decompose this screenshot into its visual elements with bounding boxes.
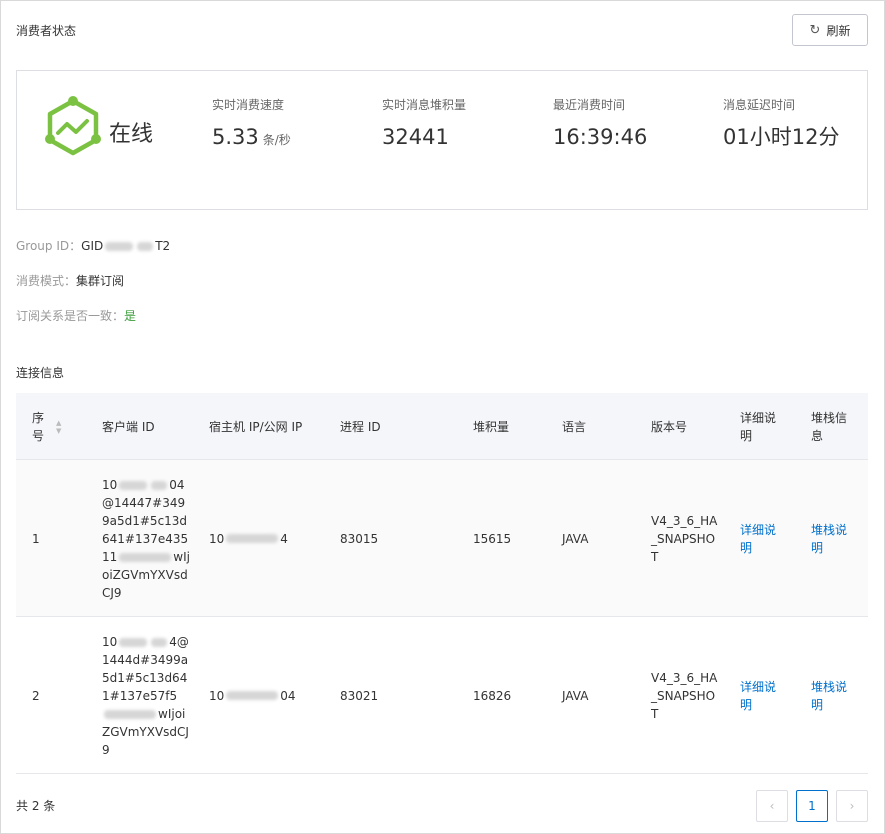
row-pid: 83015 bbox=[340, 531, 379, 546]
group-id-prefix: GID bbox=[81, 239, 104, 253]
status-card: 在线 实时消费速度 5.33 条/秒 实时消息堆积量 32441 最近消费时间 1… bbox=[16, 70, 868, 210]
stack-link[interactable]: 堆栈说明 bbox=[811, 678, 851, 714]
table-header: 序号 ▲ ▼ 客户端 ID 宿主机 IP/公网 IP 进程 ID 堆积量 语言 版… bbox=[16, 393, 868, 460]
row-host-ip: 10 4 bbox=[209, 531, 288, 546]
subscription-consistent-line: 订阅关系是否一致：是 bbox=[16, 307, 136, 324]
column-header-stack: 堆栈信息 bbox=[811, 410, 848, 443]
column-header-host-ip: 宿主机 IP/公网 IP bbox=[209, 419, 303, 434]
chevron-left-icon: ‹ bbox=[769, 799, 775, 813]
metric-label: 实时消息堆积量 bbox=[382, 98, 467, 112]
metric-label: 最近消费时间 bbox=[553, 98, 626, 112]
redacted-text bbox=[104, 709, 156, 719]
column-header-index[interactable]: 序号 ▲ ▼ bbox=[32, 393, 92, 460]
metric-value: 16:39:46 bbox=[553, 125, 648, 149]
consume-mode-line: 消费模式：集群订阅 bbox=[16, 272, 124, 289]
row-language: JAVA bbox=[562, 688, 589, 703]
metric-label: 实时消费速度 bbox=[212, 98, 285, 112]
group-id-line: Group ID：GID T2 bbox=[16, 237, 170, 254]
column-header-accumulation: 堆积量 bbox=[473, 419, 510, 434]
connections-title: 连接信息 bbox=[16, 366, 65, 380]
row-accumulation: 16826 bbox=[473, 688, 512, 703]
consume-mode-value: 集群订阅 bbox=[76, 274, 125, 288]
row-version: V4_3_6_HA_SNAPSHOT bbox=[651, 513, 718, 564]
row-pid: 83021 bbox=[340, 688, 379, 703]
row-client-id: 10 4@1444d#3499a5d1#5c13d641#137e57f5wIjo… bbox=[102, 634, 189, 757]
pagination-page-1[interactable]: 1 bbox=[796, 790, 828, 822]
metric-last-consume-time: 最近消费时间 16:39:46 bbox=[553, 96, 647, 155]
redacted-text bbox=[137, 242, 154, 251]
redacted-text bbox=[119, 552, 172, 562]
connections-table: 序号 ▲ ▼ 客户端 ID 宿主机 IP/公网 IP 进程 ID 堆积量 语言 版… bbox=[16, 393, 868, 774]
redacted-text bbox=[151, 480, 168, 490]
column-header-detail: 详细说明 bbox=[740, 410, 777, 443]
metric-label: 消息延迟时间 bbox=[723, 98, 796, 112]
redacted-text bbox=[151, 637, 168, 647]
refresh-icon: ↻ bbox=[809, 22, 821, 38]
metric-value: 01小时12分 bbox=[723, 125, 840, 149]
sort-icon[interactable]: ▲ ▼ bbox=[56, 419, 61, 435]
metric-consume-speed: 实时消费速度 5.33 条/秒 bbox=[212, 96, 291, 158]
metric-delay-time: 消息延迟时间 01小时12分 bbox=[723, 96, 843, 155]
pagination-next-button[interactable]: › bbox=[836, 790, 868, 822]
subscription-consistent-label: 订阅关系是否一致： bbox=[16, 309, 125, 323]
row-client-id: 10 04@14447#3499a5d1#5c13d641#137e43511 wI… bbox=[102, 477, 190, 600]
redacted-text bbox=[226, 691, 279, 700]
row-version: V4_3_6_HA_SNAPSHOT bbox=[651, 670, 718, 721]
redacted-text bbox=[105, 242, 134, 251]
refresh-label: 刷新 bbox=[826, 23, 851, 38]
row-accumulation: 15615 bbox=[473, 531, 512, 546]
row-index: 2 bbox=[32, 688, 40, 703]
metric-accumulation: 实时消息堆积量 32441 bbox=[382, 96, 466, 155]
subscription-consistent-value: 是 bbox=[124, 309, 137, 323]
row-host-ip: 10 04 bbox=[209, 688, 296, 703]
status-text: 在线 bbox=[109, 122, 154, 147]
refresh-button[interactable]: ↻ 刷新 bbox=[792, 14, 868, 46]
page-title: 消费者状态 bbox=[16, 24, 77, 38]
detail-link[interactable]: 详细说明 bbox=[740, 678, 780, 714]
metric-unit: 条/秒 bbox=[262, 133, 291, 147]
column-header-pid: 进程 ID bbox=[340, 419, 381, 434]
row-index: 1 bbox=[32, 531, 40, 546]
chevron-right-icon: › bbox=[849, 799, 855, 813]
redacted-text bbox=[226, 534, 279, 543]
detail-link[interactable]: 详细说明 bbox=[740, 521, 780, 557]
group-id-suffix: T2 bbox=[155, 239, 171, 253]
online-status-icon bbox=[45, 96, 101, 156]
table-row: 1 10 04@14447#3499a5d1#5c13d641#137e43511… bbox=[16, 460, 868, 617]
table-row: 2 10 4@1444d#3499a5d1#5c13d641#137e57f5wI… bbox=[16, 617, 868, 774]
pagination-prev-button[interactable]: ‹ bbox=[756, 790, 788, 822]
row-language: JAVA bbox=[562, 531, 589, 546]
stack-link[interactable]: 堆栈说明 bbox=[811, 521, 851, 557]
column-header-version: 版本号 bbox=[651, 419, 688, 434]
redacted-text bbox=[119, 480, 148, 490]
metric-value: 5.33 条/秒 bbox=[212, 125, 291, 149]
metric-value: 32441 bbox=[382, 125, 449, 149]
group-id-label: Group ID： bbox=[16, 239, 82, 253]
column-header-language: 语言 bbox=[562, 419, 587, 434]
column-header-client-id: 客户端 ID bbox=[102, 419, 155, 434]
consume-mode-label: 消费模式： bbox=[16, 274, 77, 288]
redacted-text bbox=[119, 637, 148, 647]
total-count: 共 2 条 bbox=[16, 799, 56, 813]
